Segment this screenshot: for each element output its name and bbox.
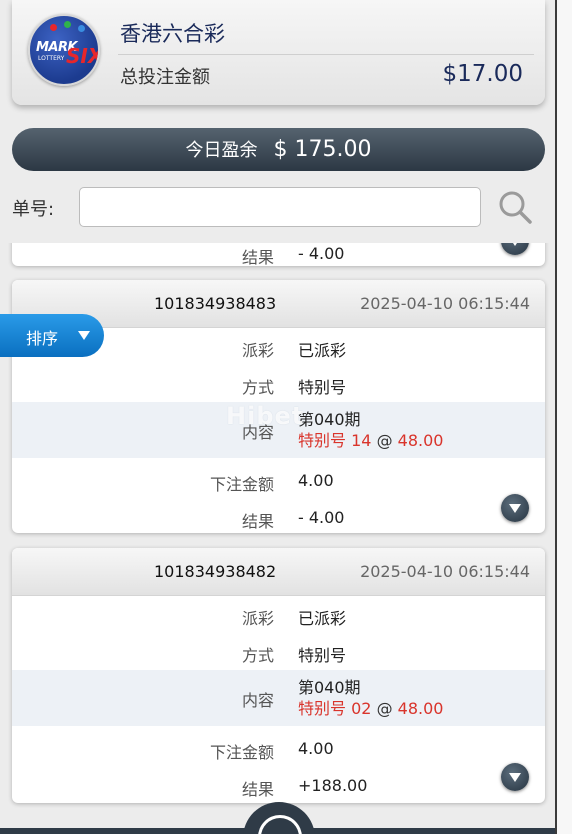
mode-value: 特别号 [298, 378, 347, 397]
lottery-header-card: MARK LOTTERY SIX 香港六合彩 总投注金额 $17.00 [12, 0, 545, 105]
mode-label: 方式 [241, 646, 274, 665]
bet-amount-value: 4.00 [298, 739, 334, 758]
order-time: 2025-04-10 06:15:44 [360, 294, 530, 313]
order-card-header: 101834938482 2025-04-10 06:15:44 [12, 548, 545, 596]
result-value: +188.00 [298, 776, 368, 795]
sort-button[interactable]: 排序 [0, 314, 104, 357]
total-bet-amount: $17.00 [442, 61, 523, 87]
pick-type: 特别号 [298, 699, 347, 718]
status-value: 已派彩 [298, 609, 347, 628]
status-label: 派彩 [241, 341, 274, 360]
lottery-title: 香港六合彩 [120, 22, 225, 46]
content-row: 内容 第040期 特别号 02 @ 48.00 [12, 670, 545, 726]
order-number-label: 单号: [12, 199, 55, 220]
today-profit-label: 今日盈余 [185, 140, 258, 161]
bet-amount-value: 4.00 [298, 471, 334, 490]
bet-amount-label: 下注金额 [209, 475, 274, 494]
odds: 48.00 [397, 699, 444, 718]
at-sign: @ [376, 699, 393, 718]
pick-number: 02 [351, 699, 372, 718]
at-sign: @ [376, 431, 393, 450]
search-icon [499, 191, 532, 224]
caret-down-icon [78, 331, 90, 340]
scrollbar-rail [555, 0, 572, 834]
result-value: - 4.00 [298, 508, 345, 527]
header-divider [118, 54, 534, 55]
odds: 48.00 [397, 431, 444, 450]
content-label: 内容 [241, 691, 274, 710]
result-label: 结果 [241, 248, 274, 266]
today-profit-value: $ 175.00 [273, 137, 372, 162]
total-bet-label: 总投注金额 [120, 67, 210, 88]
result-label: 结果 [241, 512, 274, 531]
order-id: 101834938483 [154, 294, 277, 313]
order-number-input[interactable] [79, 187, 481, 227]
search-button[interactable] [496, 188, 534, 226]
mode-value: 特别号 [298, 646, 347, 665]
content-value: 第040期 特别号 02 @ 48.00 [298, 677, 443, 719]
order-id: 101834938482 [154, 562, 277, 581]
mark-six-logo: MARK LOTTERY SIX [28, 14, 100, 86]
watermark: Hibet [226, 402, 305, 430]
mode-label: 方式 [241, 378, 274, 397]
expand-button[interactable] [501, 494, 529, 522]
status-label: 派彩 [241, 609, 274, 628]
result-label: 结果 [241, 780, 274, 799]
result-value: - 4.00 [298, 244, 345, 263]
period: 第040期 [298, 410, 361, 429]
period: 第040期 [298, 678, 361, 697]
sort-label: 排序 [26, 329, 59, 348]
bet-amount-row: 下注金额 4.00 [12, 462, 545, 499]
pick-type: 特别号 [298, 431, 347, 450]
order-card: 101834938482 2025-04-10 06:15:44 派彩 已派彩 … [12, 548, 545, 803]
mode-row: 方式 特别号 [12, 365, 545, 402]
content-value: 第040期 特别号 14 @ 48.00 [298, 409, 443, 451]
result-row: 结果 - 4.00 [12, 499, 545, 533]
order-card-partial: 结果 - 4.00 [12, 243, 545, 266]
result-row: 结果 +188.00 [12, 767, 545, 803]
mode-row: 方式 特别号 [12, 633, 545, 670]
status-value: 已派彩 [298, 341, 347, 360]
bet-amount-label: 下注金额 [209, 743, 274, 762]
bet-amount-row: 下注金额 4.00 [12, 730, 545, 767]
order-time: 2025-04-10 06:15:44 [360, 562, 530, 581]
pick-number: 14 [351, 431, 372, 450]
today-profit-bar: 今日盈余 $ 175.00 [12, 128, 545, 171]
status-row: 派彩 已派彩 [12, 596, 545, 633]
expand-button[interactable] [501, 763, 529, 791]
